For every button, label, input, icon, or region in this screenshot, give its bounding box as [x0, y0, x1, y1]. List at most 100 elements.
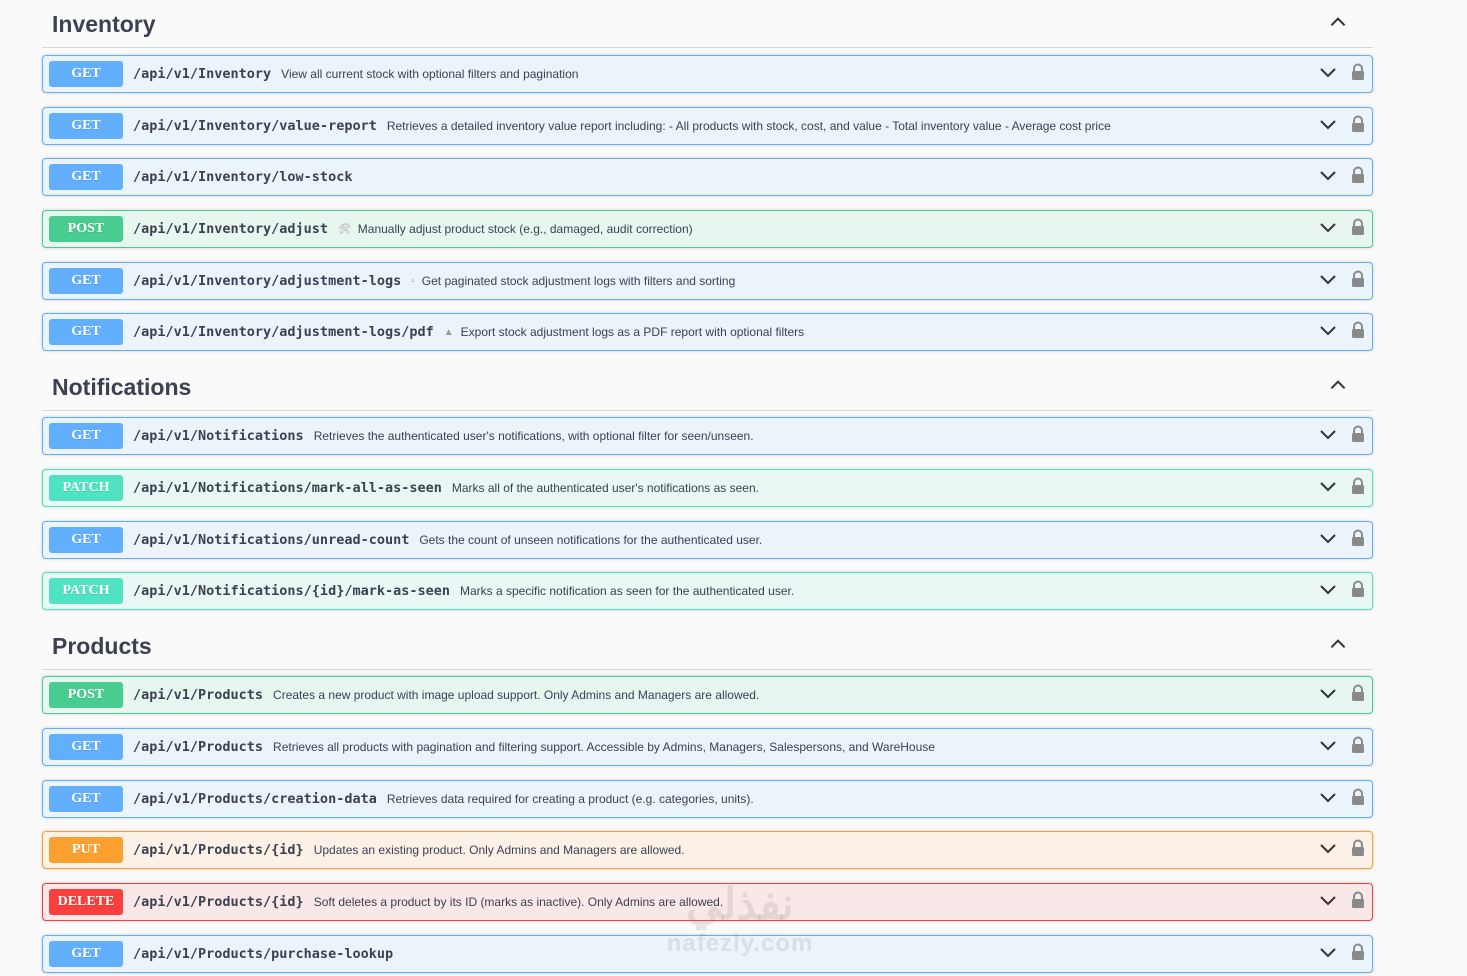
summary-text: Marks all of the authenticated user's no…: [451, 481, 759, 495]
method-badge: GET: [49, 61, 123, 87]
summary-text: Creates a new product with image upload …: [273, 688, 760, 702]
row-controls: [1318, 579, 1366, 604]
summary-text: Retrieves a detailed inventory value rep…: [386, 119, 1111, 133]
lock-icon[interactable]: [1350, 736, 1366, 759]
lock-icon[interactable]: [1350, 839, 1366, 862]
method-badge: GET: [49, 786, 123, 812]
summary-text: Export stock adjustment logs as a PDF re…: [460, 325, 805, 339]
operation-row[interactable]: GET/api/v1/Notifications/unread-count Get…: [42, 521, 1373, 559]
endpoint-path: /api/v1/Inventory/low-stock: [133, 169, 353, 185]
lock-icon[interactable]: [1350, 943, 1366, 966]
method-badge: PATCH: [49, 578, 123, 604]
row-controls: [1318, 942, 1366, 967]
summary-text: Manually adjust product stock (e.g., dam…: [357, 222, 693, 236]
lock-icon[interactable]: [1350, 166, 1366, 189]
operation-row[interactable]: GET/api/v1/Inventory View all current sto…: [42, 55, 1373, 93]
chevron-up-icon[interactable]: [1327, 633, 1349, 660]
row-controls: [1318, 114, 1366, 139]
operation-row[interactable]: POST/api/v1/Inventory/adjust 🛠 Manually ad…: [42, 210, 1373, 248]
lock-icon[interactable]: [1350, 321, 1366, 344]
endpoint-summary: Retrieves the authenticated user's notif…: [314, 429, 1318, 443]
operation-row[interactable]: GET/api/v1/Inventory/value-report Retriev…: [42, 107, 1373, 145]
method-badge: PUT: [49, 837, 123, 863]
row-controls: [1318, 735, 1366, 760]
lock-icon[interactable]: [1350, 580, 1366, 603]
chevron-up-icon[interactable]: [1327, 374, 1349, 401]
endpoint-path: /api/v1/Products/{id}: [133, 842, 304, 858]
endpoint-path: /api/v1/Notifications/{id}/mark-as-seen: [133, 583, 450, 599]
chevron-down-icon[interactable]: [1318, 320, 1338, 345]
endpoint-path: /api/v1/Inventory/adjustment-logs/pdf: [133, 324, 434, 340]
chevron-down-icon[interactable]: [1318, 114, 1338, 139]
chevron-down-icon[interactable]: [1318, 942, 1338, 967]
method-badge: GET: [49, 164, 123, 190]
lock-icon[interactable]: [1350, 63, 1366, 86]
method-badge: DELETE: [49, 889, 123, 915]
operation-row[interactable]: GET/api/v1/Notifications Retrieves the au…: [42, 417, 1373, 455]
endpoint-path: /api/v1/Products/purchase-lookup: [133, 946, 394, 962]
chevron-down-icon[interactable]: [1318, 683, 1338, 708]
endpoint-summary: Soft deletes a product by its ID (marks …: [314, 895, 1318, 909]
operation-row[interactable]: GET/api/v1/Inventory/adjustment-logs ▫ Get…: [42, 262, 1373, 300]
chevron-down-icon[interactable]: [1318, 528, 1338, 553]
chevron-down-icon[interactable]: [1318, 838, 1338, 863]
chevron-down-icon[interactable]: [1318, 217, 1338, 242]
method-badge: POST: [49, 216, 123, 242]
row-controls: [1318, 62, 1366, 87]
chevron-down-icon[interactable]: [1318, 62, 1338, 87]
chevron-down-icon[interactable]: [1318, 269, 1338, 294]
endpoint-path: /api/v1/Inventory/adjustment-logs: [133, 273, 402, 289]
row-controls: [1318, 269, 1366, 294]
lock-icon[interactable]: [1350, 788, 1366, 811]
chevron-down-icon[interactable]: [1318, 424, 1338, 449]
operation-row[interactable]: GET/api/v1/Inventory/adjustment-logs/pdf…: [42, 313, 1373, 351]
summary-emoji-icon: ▲: [443, 326, 454, 338]
lock-icon[interactable]: [1350, 425, 1366, 448]
method-badge: GET: [49, 941, 123, 967]
lock-icon[interactable]: [1350, 270, 1366, 293]
operation-row[interactable]: DELETE/api/v1/Products/{id} Soft deletes …: [42, 883, 1373, 921]
chevron-down-icon[interactable]: [1318, 735, 1338, 760]
row-controls: [1318, 787, 1366, 812]
operation-row[interactable]: PATCH/api/v1/Notifications/mark-all-as-s…: [42, 469, 1373, 507]
operation-row[interactable]: POST/api/v1/Products Creates a new produc…: [42, 676, 1373, 714]
section-header-notifications[interactable]: Notifications: [42, 365, 1373, 411]
operation-row[interactable]: GET/api/v1/Products Retrieves all product…: [42, 728, 1373, 766]
chevron-down-icon[interactable]: [1318, 579, 1338, 604]
lock-icon[interactable]: [1350, 115, 1366, 138]
row-controls: [1318, 476, 1366, 501]
lock-icon[interactable]: [1350, 529, 1366, 552]
lock-icon[interactable]: [1350, 218, 1366, 241]
method-badge: GET: [49, 734, 123, 760]
operation-row[interactable]: GET/api/v1/Products/creation-data Retriev…: [42, 780, 1373, 818]
operation-row[interactable]: GET/api/v1/Products/purchase-lookup: [42, 935, 1373, 973]
summary-text: Retrieves the authenticated user's notif…: [313, 429, 754, 443]
lock-icon[interactable]: [1350, 684, 1366, 707]
operation-row[interactable]: GET/api/v1/Inventory/low-stock: [42, 158, 1373, 196]
chevron-down-icon[interactable]: [1318, 890, 1338, 915]
endpoint-summary: 🛠 Manually adjust product stock (e.g., da…: [338, 222, 1318, 236]
chevron-down-icon[interactable]: [1318, 476, 1338, 501]
summary-text: Updates an existing product. Only Admins…: [313, 843, 685, 857]
summary-text: Get paginated stock adjustment logs with…: [421, 274, 736, 288]
row-controls: [1318, 424, 1366, 449]
endpoint-summary: Gets the count of unseen notifications f…: [419, 533, 1318, 547]
chevron-down-icon[interactable]: [1318, 787, 1338, 812]
endpoint-summary: Updates an existing product. Only Admins…: [314, 843, 1318, 857]
section-header-inventory[interactable]: Inventory: [42, 2, 1373, 48]
endpoint-path: /api/v1/Inventory/value-report: [133, 118, 377, 134]
section-header-products[interactable]: Products: [42, 624, 1373, 670]
summary-text: Retrieves data required for creating a p…: [386, 792, 754, 806]
endpoint-summary: Retrieves a detailed inventory value rep…: [387, 119, 1318, 133]
row-controls: [1318, 838, 1366, 863]
summary-text: View all current stock with optional fil…: [281, 67, 579, 81]
row-controls: [1318, 217, 1366, 242]
operation-row[interactable]: PUT/api/v1/Products/{id} Updates an exist…: [42, 831, 1373, 869]
operation-row[interactable]: PATCH/api/v1/Notifications/{id}/mark-as-…: [42, 572, 1373, 610]
summary-text: Marks a specific notification as seen fo…: [459, 584, 795, 598]
chevron-down-icon[interactable]: [1318, 165, 1338, 190]
lock-icon[interactable]: [1350, 891, 1366, 914]
lock-icon[interactable]: [1350, 477, 1366, 500]
chevron-up-icon[interactable]: [1327, 11, 1349, 38]
endpoint-path: /api/v1/Products: [133, 687, 264, 703]
